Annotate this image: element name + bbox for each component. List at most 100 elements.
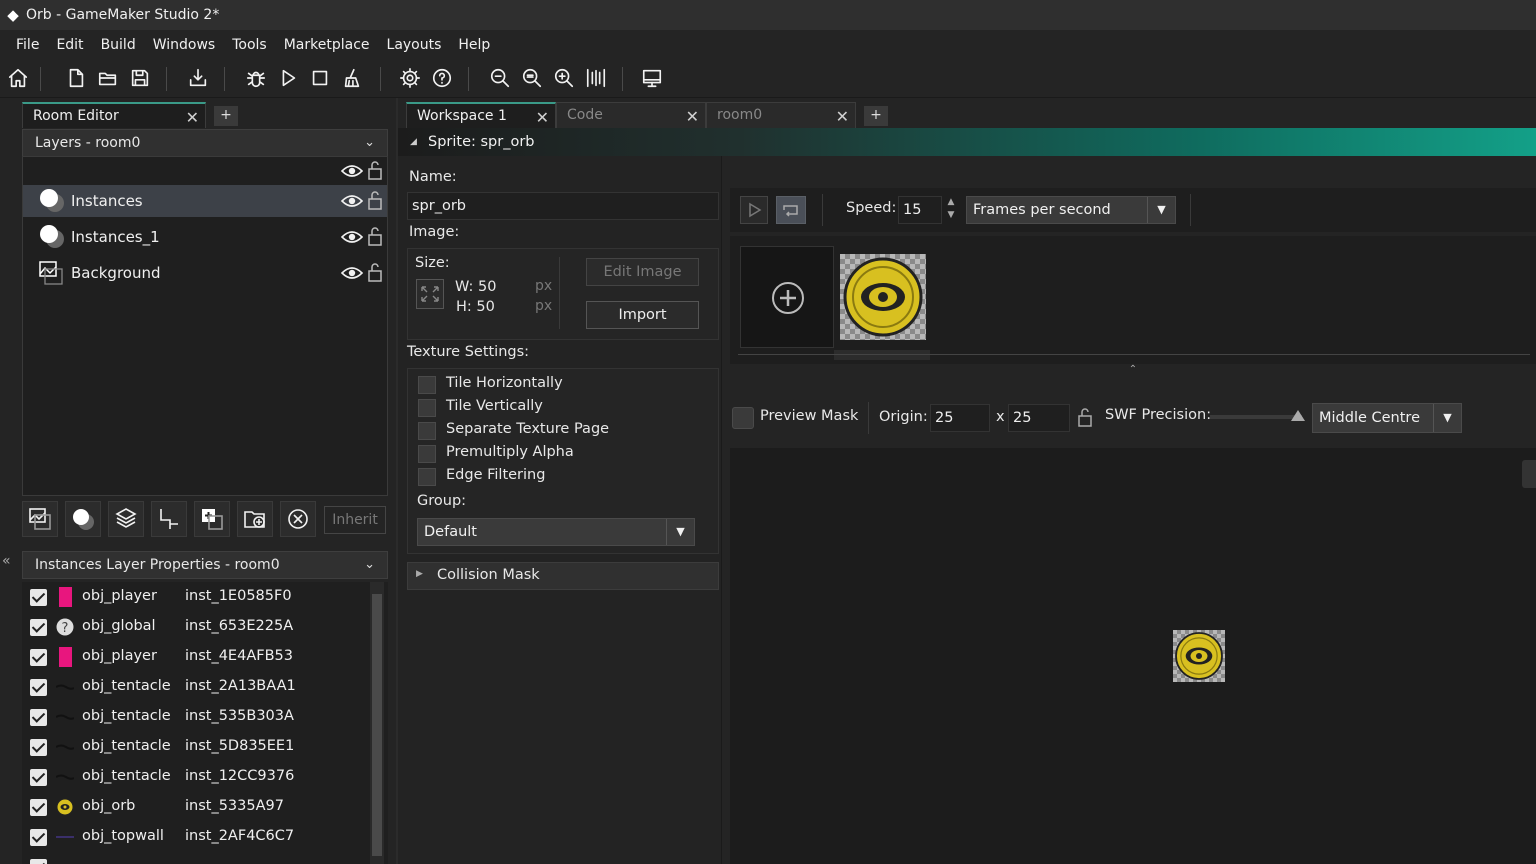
- preferences-button[interactable]: [396, 64, 424, 92]
- swf-precision-slider[interactable]: [1210, 415, 1302, 419]
- chevron-down-icon[interactable]: ⌄: [364, 552, 375, 578]
- zoom-out-button[interactable]: [486, 64, 514, 92]
- play-animation-button[interactable]: [740, 196, 768, 224]
- eye-icon[interactable]: [341, 193, 363, 209]
- chevron-down-icon[interactable]: ⌄: [364, 130, 375, 156]
- speed-stepper[interactable]: ▲ ▼: [944, 196, 958, 224]
- close-icon[interactable]: ✕: [186, 106, 199, 130]
- visible-checkbox[interactable]: [30, 679, 47, 696]
- scrollbar-thumb[interactable]: [372, 594, 382, 856]
- visible-checkbox[interactable]: [30, 589, 47, 606]
- speed-input[interactable]: 15: [898, 196, 942, 224]
- eye-icon[interactable]: [341, 163, 363, 179]
- add-tile-layer-button[interactable]: [108, 501, 144, 537]
- collapse-frames-icon[interactable]: ⌃: [730, 364, 1536, 376]
- visible-checkbox[interactable]: [30, 859, 47, 864]
- zoom-reset-button[interactable]: [518, 64, 546, 92]
- list-item[interactable]: obj_player inst_1E0585F0: [22, 582, 372, 612]
- zoom-in-button[interactable]: [550, 64, 578, 92]
- lock-icon[interactable]: [1076, 406, 1094, 428]
- tab-workspace-1[interactable]: Workspace 1 ✕: [406, 102, 556, 128]
- add-instance-layer-button[interactable]: [65, 501, 101, 537]
- slider-handle[interactable]: [1291, 410, 1305, 421]
- loop-button[interactable]: [776, 196, 806, 224]
- inherit-button[interactable]: Inherit: [324, 506, 386, 534]
- frame-thumbnail[interactable]: [840, 254, 926, 340]
- tile-horizontally-checkbox[interactable]: [418, 376, 436, 394]
- add-folder-button[interactable]: [237, 501, 273, 537]
- separate-texture-page-checkbox[interactable]: [418, 422, 436, 440]
- list-item[interactable]: ? obj_global inst_653E225A: [22, 612, 372, 642]
- lock-icon[interactable]: [367, 190, 383, 210]
- menu-tools[interactable]: Tools: [224, 30, 275, 60]
- chevron-down-icon[interactable]: ▼: [666, 519, 694, 545]
- eye-icon[interactable]: [341, 229, 363, 245]
- run-button[interactable]: [274, 64, 302, 92]
- close-icon[interactable]: ✕: [836, 105, 849, 129]
- list-item[interactable]: obj_topwall inst_2AF4C6C7: [22, 822, 372, 852]
- lock-icon[interactable]: [367, 262, 383, 282]
- chevron-down-icon[interactable]: ▼: [1433, 404, 1461, 432]
- save-button[interactable]: [126, 64, 154, 92]
- tab-code[interactable]: Code ✕: [556, 102, 706, 128]
- help-button[interactable]: [428, 64, 456, 92]
- visible-checkbox[interactable]: [30, 619, 47, 636]
- sprite-window-header[interactable]: ◢ Sprite: spr_orb: [398, 128, 1536, 156]
- menu-marketplace[interactable]: Marketplace: [276, 30, 378, 60]
- eye-icon[interactable]: [341, 265, 363, 281]
- preview-mask-checkbox[interactable]: [732, 407, 754, 429]
- list-item[interactable]: obj_player inst_4E4AFB53: [22, 642, 372, 672]
- clean-button[interactable]: [338, 64, 366, 92]
- layers-header[interactable]: Layers - room0 ⌄: [22, 129, 388, 157]
- visible-checkbox[interactable]: [30, 829, 47, 846]
- origin-preset-dropdown[interactable]: Middle Centre ▼: [1312, 403, 1462, 433]
- add-path-layer-button[interactable]: [151, 501, 187, 537]
- list-item[interactable]: [22, 852, 372, 864]
- tile-vertically-checkbox[interactable]: [418, 399, 436, 417]
- layer-row-instances[interactable]: Instances: [23, 185, 387, 217]
- home-button[interactable]: [4, 64, 32, 92]
- lock-icon[interactable]: [367, 160, 383, 180]
- layer-row-background[interactable]: Background: [23, 257, 387, 289]
- add-tab-button[interactable]: +: [214, 106, 238, 126]
- new-project-button[interactable]: [62, 64, 90, 92]
- chevron-down-icon[interactable]: ▼: [1147, 197, 1175, 223]
- tab-room-editor[interactable]: Room Editor ✕: [22, 102, 206, 128]
- import-button[interactable]: Import: [586, 301, 699, 329]
- menu-layouts[interactable]: Layouts: [379, 30, 450, 60]
- collision-mask-header[interactable]: ▶ Collision Mask: [407, 562, 719, 590]
- list-item[interactable]: obj_tentacle inst_535B303A: [22, 702, 372, 732]
- lock-icon[interactable]: [367, 226, 383, 246]
- sprite-canvas[interactable]: [730, 448, 1536, 864]
- menu-build[interactable]: Build: [93, 30, 144, 60]
- add-tab-button[interactable]: +: [864, 106, 888, 126]
- group-dropdown[interactable]: Default ▼: [417, 518, 695, 546]
- menu-file[interactable]: File: [8, 30, 47, 60]
- debug-button[interactable]: [242, 64, 270, 92]
- visible-checkbox[interactable]: [30, 769, 47, 786]
- origin-x-input[interactable]: 25: [930, 404, 990, 432]
- collapse-triangle-icon[interactable]: ◢: [410, 128, 417, 156]
- export-button[interactable]: [184, 64, 212, 92]
- fit-view-button[interactable]: [582, 64, 610, 92]
- list-item[interactable]: obj_tentacle inst_2A13BAA1: [22, 672, 372, 702]
- tab-room0[interactable]: room0 ✕: [706, 102, 856, 128]
- list-item[interactable]: obj_tentacle inst_12CC9376: [22, 762, 372, 792]
- edit-image-button[interactable]: Edit Image: [586, 258, 699, 286]
- side-panel-handle[interactable]: [1522, 460, 1536, 488]
- target-device-button[interactable]: [638, 64, 666, 92]
- speed-unit-dropdown[interactable]: Frames per second ▼: [966, 196, 1176, 224]
- instance-list-scrollbar[interactable]: [370, 582, 384, 864]
- delete-layer-button[interactable]: [280, 501, 316, 537]
- add-frame-button[interactable]: [740, 246, 834, 348]
- list-item[interactable]: obj_tentacle inst_5D835EE1: [22, 732, 372, 762]
- expand-triangle-icon[interactable]: ▶: [416, 569, 423, 579]
- open-project-button[interactable]: [94, 64, 122, 92]
- instances-properties-header[interactable]: Instances Layer Properties - room0 ⌄: [22, 551, 388, 579]
- close-icon[interactable]: ✕: [686, 105, 699, 129]
- sprite-name-input[interactable]: spr_orb: [407, 192, 719, 220]
- list-item[interactable]: obj_orb inst_5335A97: [22, 792, 372, 822]
- premultiply-alpha-checkbox[interactable]: [418, 445, 436, 463]
- collapse-left-icon[interactable]: «: [2, 553, 11, 569]
- add-background-layer-button[interactable]: [22, 501, 58, 537]
